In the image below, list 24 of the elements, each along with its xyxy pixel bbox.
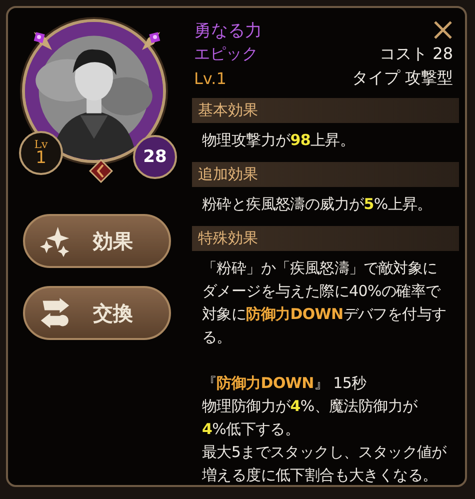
effect-text: 『防御力DOWN』 15秒 [202,373,368,394]
effect-button[interactable]: 効果 [23,214,171,268]
rarity-label: エピック [194,44,258,64]
cost-label: コスト 28 [380,44,453,64]
level-label: Lv [34,139,48,150]
cost-badge: 28 [133,135,177,179]
effect-text: 対象に防御力DOWNデバフを付与す [202,304,448,325]
section-header: 特殊効果 [192,226,459,251]
type-label: タイプ 攻撃型 [352,68,453,88]
effect-text: 物理防御力が4%、魔法防御力が [202,396,418,417]
level-label: Lv.1 [194,68,226,88]
effect-text: 最大5までスタックし、スタック値が [202,442,448,463]
section-header: 追加効果 [192,162,459,187]
effect-text: 物理攻撃力が98上昇。 [202,130,356,151]
effect-text: ダメージを与えた際に40%の確率で [202,281,442,302]
effect-text: 粉砕と疾風怒濤の威力が5%上昇。 [202,194,433,215]
effect-text: 「粉砕」か「疾風怒濤」で敵対象に [202,258,438,279]
level-value: 1 [36,150,46,167]
effect-text: 増える度に低下割合も大きくなる。 [202,465,438,486]
effect-text: る。 [202,327,232,348]
item-title: 勇なる力 [194,20,262,42]
section-header: 基本効果 [192,98,459,123]
effect-text: 4%低下する。 [202,419,301,440]
exchange-button[interactable]: 交換 [23,286,171,340]
